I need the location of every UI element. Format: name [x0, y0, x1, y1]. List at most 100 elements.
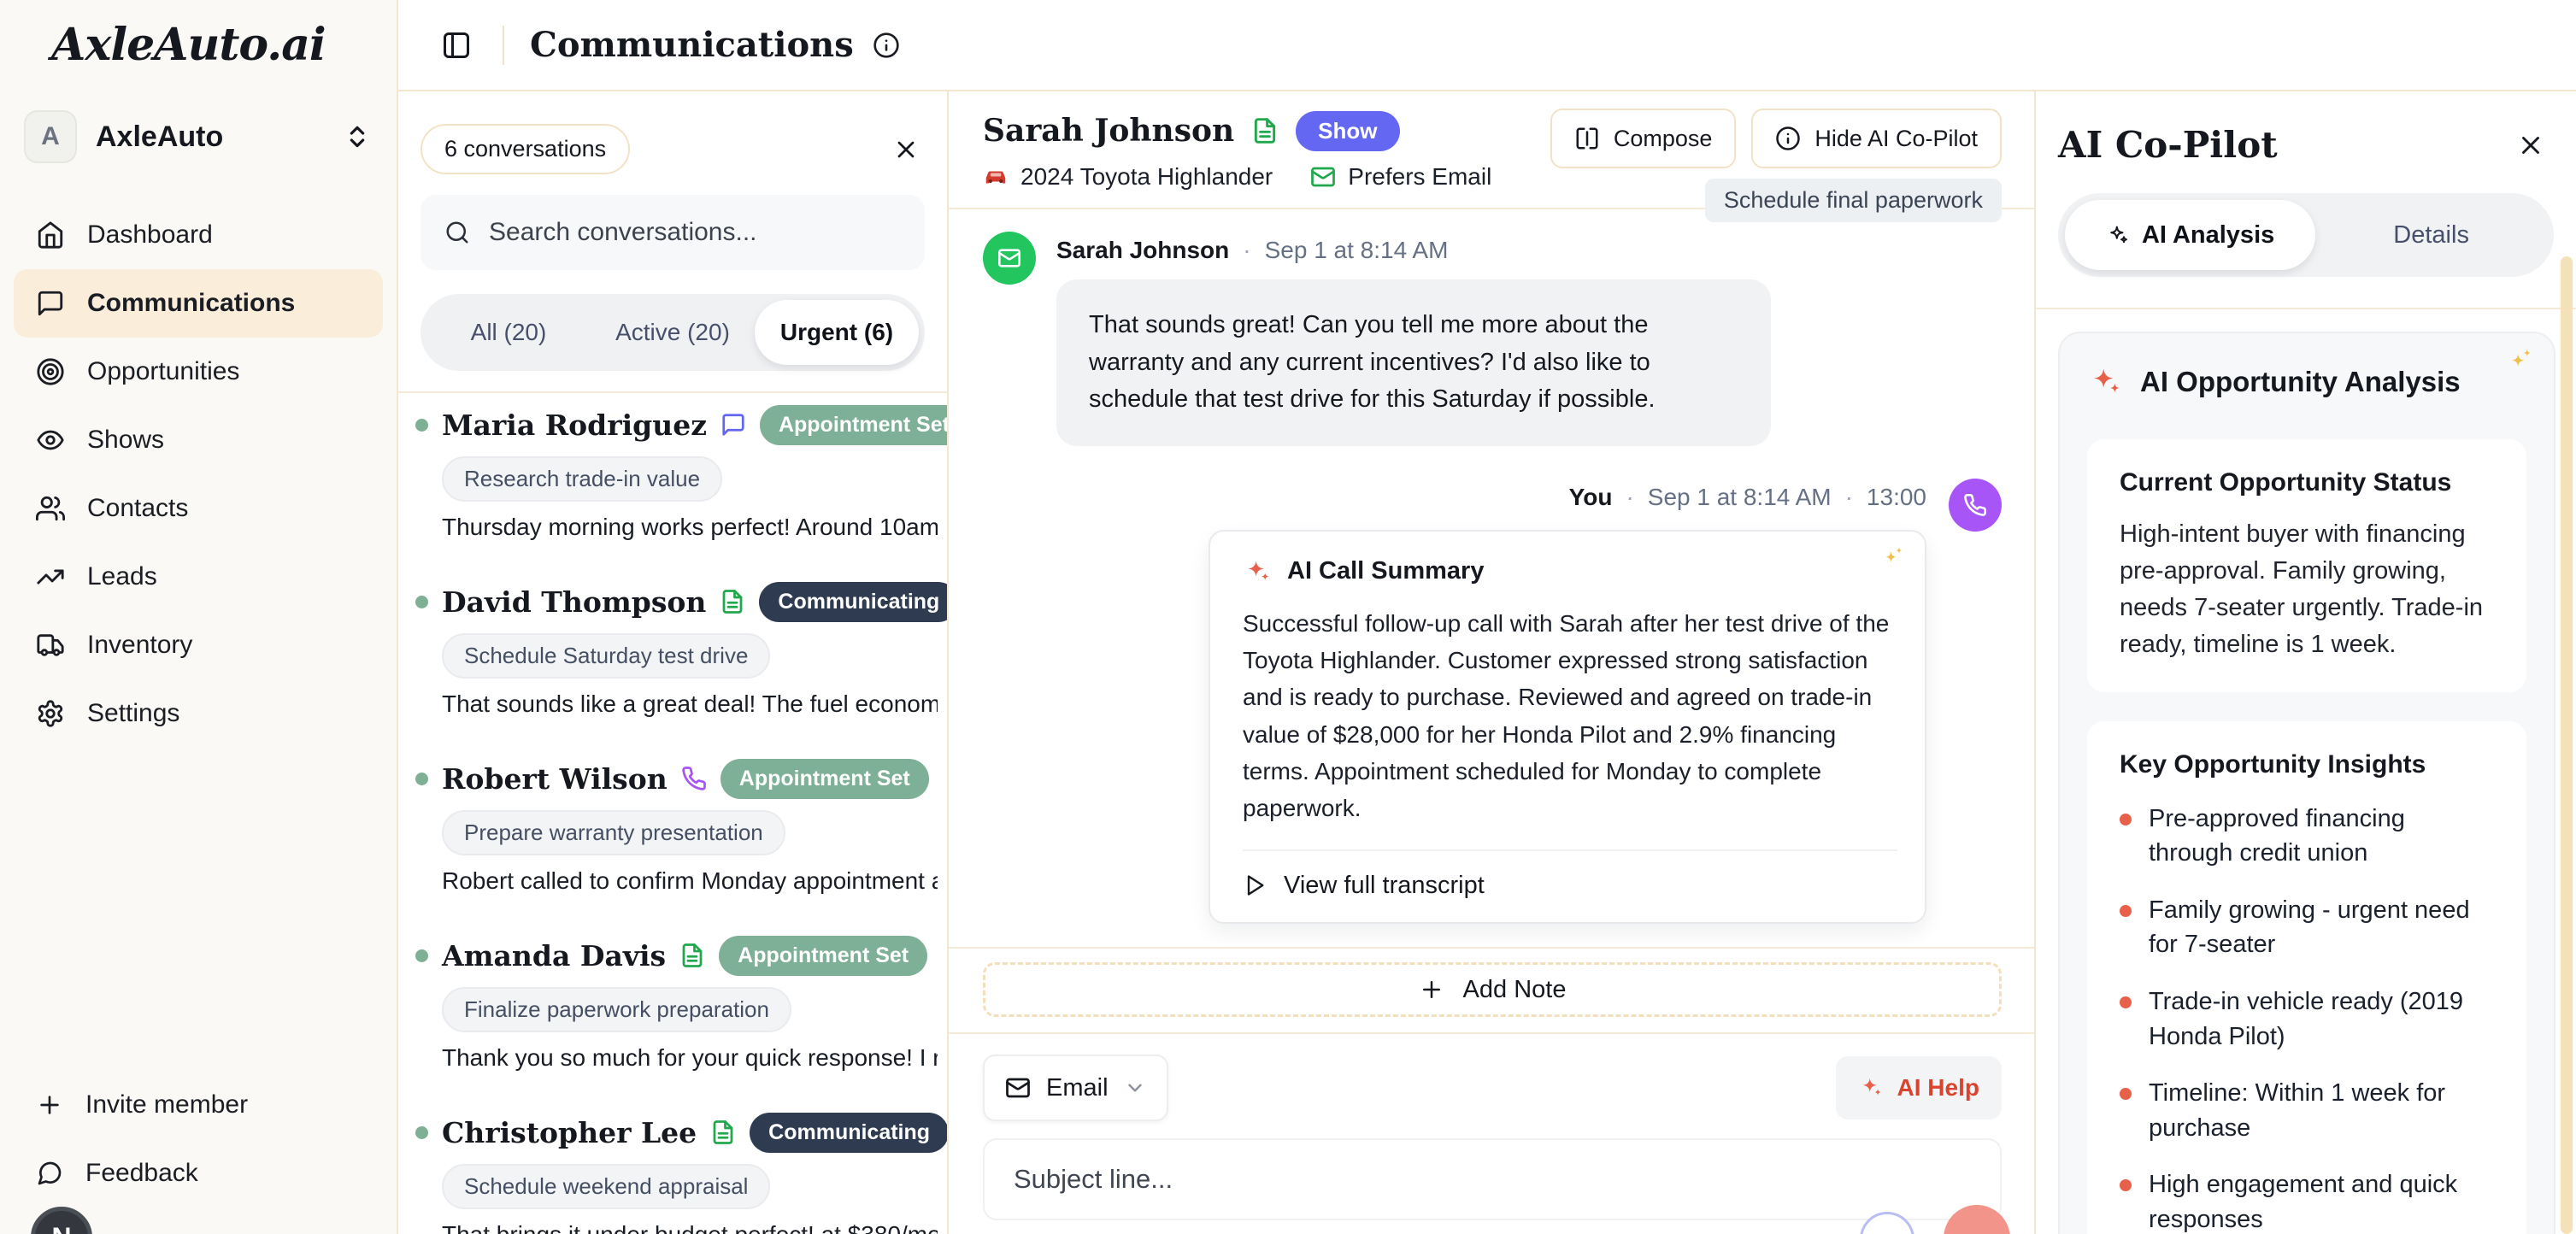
analysis-title: AI Opportunity Analysis	[2140, 366, 2461, 398]
info-icon[interactable]	[873, 32, 900, 59]
conversation-filter-tabs: All (20) Active (20) Urgent (6)	[421, 294, 925, 371]
tab-active[interactable]: Active (20)	[591, 300, 755, 365]
compose-label: Compose	[1614, 126, 1713, 152]
sidebar-item-dashboard[interactable]: Dashboard	[14, 201, 383, 269]
sidebar-item-opportunities[interactable]: Opportunities	[14, 338, 383, 406]
user-avatar[interactable]: N	[31, 1207, 92, 1234]
show-badge[interactable]: Show	[1296, 111, 1399, 151]
insight-text: High engagement and quick responses	[2149, 1167, 2494, 1234]
add-note-section: Add Note	[949, 947, 2034, 1032]
home-icon	[36, 220, 65, 250]
message-sender: You	[1569, 484, 1613, 511]
page-title: Communications	[530, 25, 854, 65]
sidebar-item-settings[interactable]: Settings	[14, 679, 383, 748]
conversation-item-amanda[interactable]: Amanda Davis Appointment Set Finalize pa…	[415, 936, 947, 1072]
conversation-item-robert[interactable]: Robert Wilson Appointment Set Prepare wa…	[415, 759, 947, 895]
chevron-down-icon	[1124, 1077, 1146, 1099]
app-window: AxleAuto.ai A AxleAuto Dashboard Communi…	[0, 0, 2576, 1234]
sidebar-item-leads[interactable]: Leads	[14, 543, 383, 611]
tab-urgent[interactable]: Urgent (6)	[755, 300, 919, 365]
sidebar: AxleAuto.ai A AxleAuto Dashboard Communi…	[0, 0, 398, 1234]
topbar: Communications	[398, 0, 2576, 91]
copilot-tabs: AI Analysis Details	[2058, 193, 2554, 277]
tab-all[interactable]: All (20)	[426, 300, 591, 365]
chat-bubble-icon	[720, 412, 746, 438]
task-pill: Schedule Saturday test drive	[442, 633, 770, 679]
insight-item: Family growing - urgent need for 7-seate…	[2120, 893, 2494, 962]
message-thread: Sarah Johnson · Sep 1 at 8:14 AM That so…	[949, 209, 2034, 947]
car-icon	[983, 164, 1009, 190]
view-transcript-button[interactable]: View full transcript	[1243, 872, 1897, 900]
feedback-button[interactable]: Feedback	[14, 1142, 383, 1205]
message-sender: Sarah Johnson	[1056, 237, 1229, 264]
ai-help-button[interactable]: AI Help	[1836, 1056, 2002, 1119]
ai-sparkle-icon	[1243, 557, 1272, 586]
sidebar-item-label: Inventory	[87, 631, 192, 660]
sidebar-item-shows[interactable]: Shows	[14, 406, 383, 474]
close-copilot-button[interactable]	[2511, 126, 2550, 165]
workspace-switcher[interactable]: A AxleAuto	[24, 110, 383, 163]
conversation-search	[421, 195, 925, 270]
insight-item: Timeline: Within 1 week for purchase	[2120, 1076, 2494, 1145]
bullet-dot	[2120, 814, 2132, 826]
status-badge: Communicating	[759, 582, 949, 622]
insight-text: Pre-approved financing through credit un…	[2149, 802, 2494, 871]
opportunity-insights-card: Key Opportunity Insights Pre-approved fi…	[2087, 721, 2526, 1234]
close-conversations-button[interactable]	[887, 131, 925, 168]
status-body: High-intent buyer with financing pre-app…	[2120, 516, 2494, 663]
add-note-button[interactable]: Add Note	[983, 962, 2002, 1017]
opportunity-status-card: Current Opportunity Status High-intent b…	[2087, 439, 2526, 692]
task-pill: Schedule weekend appraisal	[442, 1164, 770, 1209]
plus-icon	[1419, 977, 1444, 1002]
call-duration: 13:00	[1867, 484, 1926, 511]
hide-copilot-button[interactable]: Hide AI Co-Pilot	[1751, 109, 2002, 168]
info-icon	[1775, 126, 1801, 151]
thread-panel: Sarah Johnson Show 2024 Toyota Highlande…	[949, 91, 2036, 1234]
ai-help-label: AI Help	[1897, 1074, 1979, 1102]
topbar-divider	[503, 26, 504, 65]
workspace-avatar: A	[24, 110, 77, 163]
add-note-label: Add Note	[1463, 976, 1567, 1004]
sparkles-icon	[2506, 347, 2535, 376]
bullet-dot	[2120, 1179, 2132, 1191]
invite-member-button[interactable]: Invite member	[14, 1073, 383, 1137]
panel-toggle-icon[interactable]	[436, 25, 477, 66]
conversations-header: 6 conversations	[398, 91, 947, 174]
tab-ai-analysis[interactable]: AI Analysis	[2065, 200, 2315, 270]
channel-select[interactable]: Email	[983, 1055, 1168, 1121]
message-preview: Thursday morning works perfect! Around 1…	[442, 514, 938, 541]
bullet-dot	[2120, 1088, 2132, 1100]
plus-icon	[36, 1091, 63, 1119]
sidebar-footer: Invite member Feedback N	[14, 1073, 383, 1234]
meta-separator: ·	[1243, 237, 1250, 264]
status-dot	[415, 773, 428, 785]
ai-call-summary-title: AI Call Summary	[1287, 557, 1484, 585]
sidebar-item-communications[interactable]: Communications	[14, 269, 383, 338]
phone-icon	[681, 766, 707, 791]
insight-text: Trade-in vehicle ready (2019 Honda Pilot…	[2149, 984, 2494, 1054]
sidebar-item-inventory[interactable]: Inventory	[14, 611, 383, 679]
compose-button[interactable]: Compose	[1550, 109, 1737, 168]
thread-contact-name: Sarah Johnson	[983, 113, 1234, 149]
hide-copilot-label: Hide AI Co-Pilot	[1814, 126, 1978, 152]
copilot-panel: AI Co-Pilot AI Analysis Details	[2036, 91, 2576, 1234]
subject-input[interactable]	[983, 1138, 2002, 1220]
insight-item: Trade-in vehicle ready (2019 Honda Pilot…	[2120, 984, 2494, 1054]
mail-icon	[1005, 1075, 1031, 1101]
conversation-count-pill: 6 conversations	[421, 124, 630, 174]
message-preview: That sounds like a great deal! The fuel …	[442, 690, 938, 718]
search-input[interactable]	[489, 218, 901, 247]
sidebar-item-label: Contacts	[87, 494, 188, 523]
document-icon	[679, 943, 705, 968]
sidebar-item-contacts[interactable]: Contacts	[14, 474, 383, 543]
scrollbar-thumb[interactable]	[2561, 256, 2573, 1234]
status-badge: Appointment Set	[719, 936, 927, 976]
tab-details[interactable]: Details	[2315, 200, 2547, 270]
insight-text: Timeline: Within 1 week for purchase	[2149, 1076, 2494, 1145]
ai-sparkle-icon	[1858, 1075, 1884, 1101]
conversation-item-maria[interactable]: Maria Rodriguez Appointment Set Research…	[415, 405, 947, 541]
mail-icon	[1310, 164, 1336, 190]
conversation-item-christopher[interactable]: Christopher Lee Communicating Schedule w…	[415, 1113, 947, 1234]
tab-ai-analysis-label: AI Analysis	[2142, 221, 2274, 250]
conversation-item-david[interactable]: David Thompson Communicating Schedule Sa…	[415, 582, 947, 718]
